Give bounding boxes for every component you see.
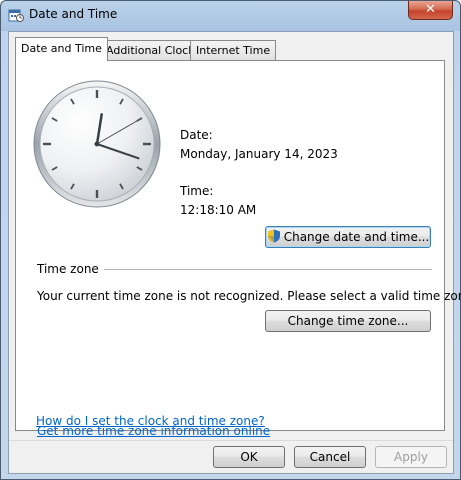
time-label: Time: — [180, 184, 214, 198]
change-time-zone-button[interactable]: Change time zone... — [265, 310, 431, 332]
dialog-body: Date and Time Additional Clocks Internet… — [8, 31, 461, 474]
change-date-and-time-label: Change date and time... — [283, 230, 430, 244]
footer-separator — [9, 440, 453, 441]
close-button[interactable]: ✕ — [408, 1, 453, 20]
time-zone-message: Your current time zone is not recognized… — [37, 289, 461, 303]
tab-panel-date-and-time: Date: Monday, January 14, 2023 Time: 12:… — [15, 60, 461, 438]
tab-date-and-time[interactable]: Date and Time — [15, 37, 108, 61]
clock-center-pin — [94, 141, 100, 147]
date-label: Date: — [180, 128, 213, 142]
close-icon: ✕ — [425, 2, 436, 17]
date-and-time-window: Date and Time ✕ Date and Time Additional… — [0, 0, 461, 480]
window-title: Date and Time — [29, 7, 118, 21]
cancel-button[interactable]: Cancel — [294, 446, 366, 468]
time-zone-heading: Time zone — [37, 262, 99, 276]
date-value: Monday, January 14, 2023 — [180, 147, 338, 161]
apply-button[interactable]: Apply — [375, 446, 447, 468]
time-value: 12:18:10 AM — [180, 203, 257, 217]
title-bar[interactable]: Date and Time ✕ — [1, 1, 460, 29]
how-to-set-clock-link[interactable]: How do I set the clock and time zone? — [36, 414, 265, 428]
ok-button[interactable]: OK — [213, 446, 285, 468]
uac-shield-icon — [267, 229, 280, 243]
analog-clock — [33, 80, 161, 208]
change-date-and-time-button[interactable]: Change date and time... — [265, 226, 431, 248]
date-time-icon — [8, 9, 24, 22]
time-zone-separator — [104, 269, 432, 270]
tab-internet-time[interactable]: Internet Time — [190, 40, 277, 60]
